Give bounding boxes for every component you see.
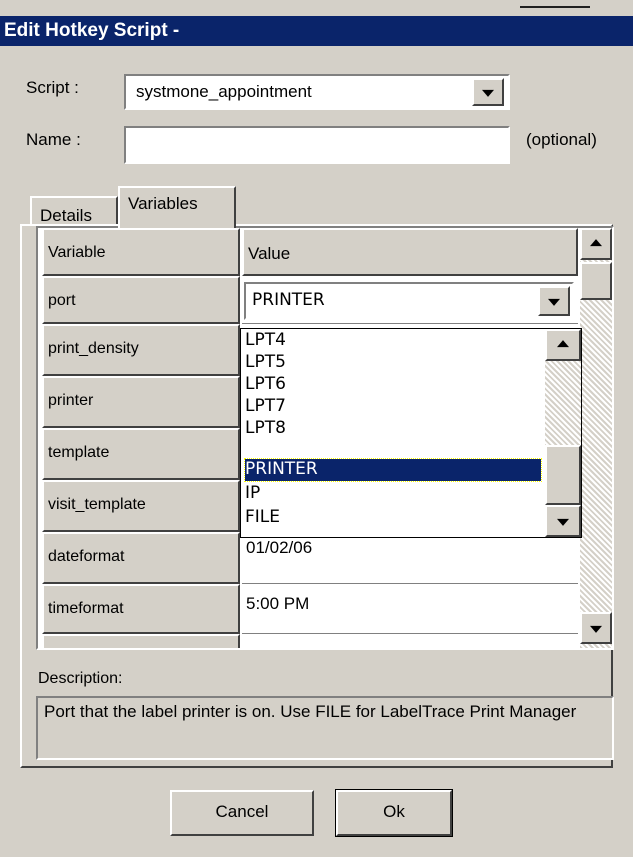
grid-scroll-up-button[interactable]: [580, 228, 612, 260]
row-name: template: [48, 444, 110, 461]
table-row-dateformat-value[interactable]: 01/02/06: [242, 532, 578, 584]
optional-label: (optional): [526, 130, 597, 149]
tab-variables-label: Variables: [128, 194, 198, 213]
dropdown-scroll-down-button[interactable]: [545, 505, 581, 537]
ok-button[interactable]: Ok: [335, 789, 453, 837]
grid-scroll-down-button[interactable]: [580, 612, 612, 644]
dropdown-option[interactable]: LPT5: [245, 352, 541, 374]
table-row-template-name[interactable]: template: [42, 428, 240, 480]
dropdown-option[interactable]: LPT4: [245, 330, 541, 352]
row-name: visit_template: [48, 496, 146, 513]
dropdown-scroll-thumb[interactable]: [545, 445, 581, 505]
cancel-button[interactable]: Cancel: [170, 790, 314, 836]
dropdown-scroll-up-button[interactable]: [545, 329, 581, 361]
column-header-variable-label: Variable: [48, 244, 106, 261]
row-name: dateformat: [48, 548, 125, 565]
tab-details-label: Details: [40, 206, 92, 225]
arrow-up-icon: [557, 340, 569, 348]
grid-scroll-thumb[interactable]: [580, 262, 612, 300]
table-row-port-value[interactable]: PRINTER: [242, 276, 578, 324]
table-row-port-name[interactable]: port: [42, 276, 240, 324]
script-combobox-value: systmone_appointment: [136, 82, 312, 101]
name-label: Name :: [26, 130, 81, 149]
dropdown-option[interactable]: LPT6: [245, 374, 541, 396]
arrow-down-icon: [590, 625, 602, 633]
row-value: 01/02/06: [246, 538, 313, 557]
grid-vertical-scrollbar[interactable]: [580, 228, 612, 648]
column-header-variable[interactable]: Variable: [42, 228, 240, 276]
row-name: printer: [48, 392, 94, 409]
description-label: Description:: [38, 670, 123, 687]
script-dropdown-button[interactable]: [472, 78, 504, 106]
chevron-down-icon: [548, 298, 560, 306]
window-title: Edit Hotkey Script -: [4, 20, 180, 41]
column-header-value[interactable]: Value: [242, 228, 578, 276]
tab-details[interactable]: Details: [30, 196, 118, 226]
column-header-value-label: Value: [248, 244, 291, 263]
title-bar[interactable]: Edit Hotkey Script -: [0, 16, 633, 46]
row-name: print_density: [48, 340, 139, 357]
script-label: Script :: [26, 78, 79, 97]
row-name: timeformat: [48, 600, 124, 617]
table-row-dateformat-name[interactable]: dateformat: [42, 532, 240, 584]
row-value: 5:00 PM: [246, 594, 310, 613]
description-text: Port that the label printer is on. Use F…: [44, 702, 577, 721]
script-combobox[interactable]: systmone_appointment: [124, 74, 510, 110]
row-name: port: [48, 292, 76, 309]
table-row-timeformat-value[interactable]: 5:00 PM: [242, 584, 578, 634]
dropdown-option[interactable]: IP: [245, 483, 541, 505]
arrow-up-icon: [590, 239, 602, 247]
cancel-button-label: Cancel: [215, 802, 269, 821]
edit-hotkey-script-dialog: Edit Hotkey Script - Script : systmone_a…: [0, 0, 633, 857]
dropdown-scrollbar[interactable]: [545, 329, 581, 537]
dropdown-option[interactable]: LPT8: [245, 418, 541, 440]
table-row-partial-name[interactable]: [42, 634, 240, 648]
dropdown-option-selected[interactable]: PRINTER: [244, 458, 542, 482]
port-combobox[interactable]: PRINTER: [244, 282, 574, 320]
port-combobox-value: PRINTER: [252, 290, 325, 310]
ok-button-label: Ok: [383, 802, 405, 821]
table-row-printer-name[interactable]: printer: [42, 376, 240, 428]
name-input[interactable]: [124, 126, 510, 164]
dropdown-option[interactable]: LPT7: [245, 396, 541, 418]
port-dropdown-list[interactable]: LPT4 LPT5 LPT6 LPT7 LPT8 PRINTER IP FILE: [240, 328, 582, 538]
description-box: Port that the label printer is on. Use F…: [36, 696, 614, 760]
table-row-timeformat-name[interactable]: timeformat: [42, 584, 240, 634]
dropdown-option[interactable]: FILE: [245, 507, 541, 529]
chevron-down-icon: [482, 89, 494, 97]
table-row-print-density-name[interactable]: print_density: [42, 324, 240, 376]
arrow-down-icon: [557, 518, 569, 526]
tab-variables[interactable]: Variables: [118, 186, 236, 228]
port-dropdown-button[interactable]: [538, 286, 570, 316]
table-row-visit-template-name[interactable]: visit_template: [42, 480, 240, 532]
window-edge-line: [520, 6, 590, 8]
